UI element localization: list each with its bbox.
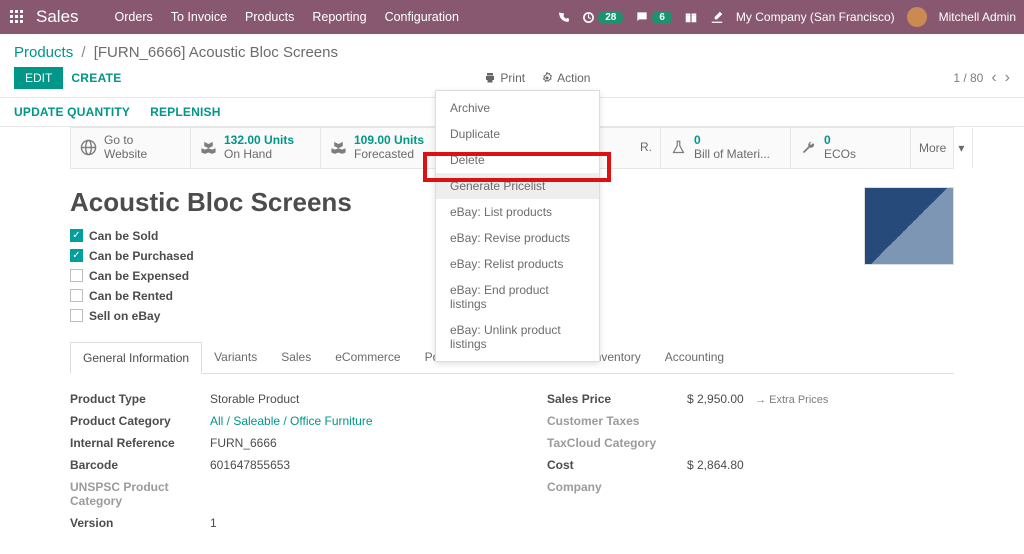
sales-price-value: $ 2,950.00 → Extra Prices [687, 392, 954, 406]
company-value [687, 480, 954, 494]
checkbox-icon: ✓ [70, 229, 83, 242]
stat-bom[interactable]: 0Bill of Materi... [661, 128, 791, 168]
action-generate-pricelist[interactable]: Generate Pricelist [436, 173, 599, 199]
tools-icon[interactable] [710, 10, 724, 24]
tab-variants[interactable]: Variants [202, 342, 269, 373]
action-ebay-end[interactable]: eBay: End product listings [436, 277, 599, 317]
globe-icon [79, 139, 97, 156]
replenish-button[interactable]: REPLENISH [150, 105, 220, 119]
print-button[interactable]: Print [484, 71, 525, 85]
navbar: Sales Orders To Invoice Products Reporti… [0, 0, 1024, 34]
update-quantity-button[interactable]: UPDATE QUANTITY [14, 105, 130, 119]
action-button[interactable]: Action [541, 71, 590, 85]
navbar-right: 28 6 My Company (San Francisco) Mitchell… [557, 7, 1016, 27]
nav-to-invoice[interactable]: To Invoice [171, 10, 227, 24]
internal-reference-value: FURN_6666 [210, 436, 477, 450]
checkbox-icon [70, 269, 83, 282]
action-ebay-relist[interactable]: eBay: Relist products [436, 251, 599, 277]
pager-value[interactable]: 1 / 80 [953, 71, 983, 85]
tab-sales[interactable]: Sales [269, 342, 323, 373]
phone-icon[interactable] [557, 11, 570, 24]
messaging-badge: 6 [652, 11, 672, 24]
pager-prev[interactable]: ‹ [991, 69, 996, 87]
checkbox-icon: ✓ [70, 249, 83, 262]
cubes-icon [199, 139, 217, 156]
product-image[interactable] [864, 187, 954, 265]
breadcrumb-current: [FURN_6666] Acoustic Bloc Screens [94, 44, 338, 61]
taxcloud-value [687, 436, 954, 450]
stat-onhand[interactable]: 132.00 UnitsOn Hand [191, 128, 321, 168]
cost-value: $ 2,864.80 [687, 458, 954, 472]
extra-prices-link[interactable]: → Extra Prices [755, 394, 828, 406]
stat-forecast[interactable]: 109.00 UnitsForecasted [321, 128, 451, 168]
fields-left: Product TypeStorable Product Product Cat… [70, 388, 477, 534]
nav-orders[interactable]: Orders [115, 10, 153, 24]
barcode-value: 601647855653 [210, 458, 477, 472]
stat-more[interactable]: More ▾ [911, 128, 973, 168]
version-value: 1 [210, 516, 477, 530]
print-icon [484, 72, 496, 84]
flask-icon [669, 140, 687, 155]
unspsc-value [210, 480, 477, 508]
gear-icon [541, 72, 553, 84]
action-delete[interactable]: Delete [436, 147, 599, 173]
nav-reporting[interactable]: Reporting [312, 10, 366, 24]
caret-down-icon: ▾ [958, 141, 964, 155]
breadcrumb: Products / [FURN_6666] Acoustic Bloc Scr… [0, 34, 1024, 63]
gift-icon[interactable] [684, 10, 698, 24]
wrench-icon [799, 140, 817, 155]
user-name[interactable]: Mitchell Admin [939, 10, 1016, 24]
action-ebay-revise[interactable]: eBay: Revise products [436, 225, 599, 251]
pager: 1 / 80 ‹ › [953, 69, 1010, 87]
stat-ecos[interactable]: 0ECOs [791, 128, 911, 168]
apps-icon[interactable] [8, 8, 26, 26]
action-duplicate[interactable]: Duplicate [436, 121, 599, 147]
checkbox-icon [70, 289, 83, 302]
tab-general-information[interactable]: General Information [70, 342, 202, 374]
action-ebay-unlink[interactable]: eBay: Unlink product listings [436, 317, 599, 357]
chat-indicator[interactable]: 28 [582, 11, 623, 24]
tab-ecommerce[interactable]: eCommerce [323, 342, 412, 373]
chat-badge: 28 [598, 11, 623, 24]
company-switcher[interactable]: My Company (San Francisco) [736, 10, 895, 24]
checkbox-icon [70, 309, 83, 322]
cubes-icon [329, 139, 347, 156]
tab-accounting[interactable]: Accounting [653, 342, 736, 373]
breadcrumb-root[interactable]: Products [14, 44, 73, 61]
nav-configuration[interactable]: Configuration [385, 10, 459, 24]
action-ebay-list[interactable]: eBay: List products [436, 199, 599, 225]
avatar[interactable] [907, 7, 927, 27]
nav-products[interactable]: Products [245, 10, 294, 24]
nav-menu: Orders To Invoice Products Reporting Con… [115, 10, 459, 24]
stat-website[interactable]: Go toWebsite [71, 128, 191, 168]
action-archive[interactable]: Archive [436, 95, 599, 121]
messaging-indicator[interactable]: 6 [635, 10, 672, 24]
fields: Product TypeStorable Product Product Cat… [70, 388, 954, 534]
fields-right: Sales Price $ 2,950.00 → Extra Prices Cu… [547, 388, 954, 534]
product-category-link[interactable]: All / Saleable / Office Furniture [210, 414, 477, 428]
edit-button[interactable]: EDIT [14, 67, 63, 89]
app-brand[interactable]: Sales [36, 7, 79, 27]
pager-next[interactable]: › [1005, 69, 1010, 87]
create-button[interactable]: CREATE [71, 71, 121, 85]
action-dropdown: Archive Duplicate Delete Generate Pricel… [435, 90, 600, 362]
customer-taxes-value [687, 414, 954, 428]
product-type-value: Storable Product [210, 392, 477, 406]
